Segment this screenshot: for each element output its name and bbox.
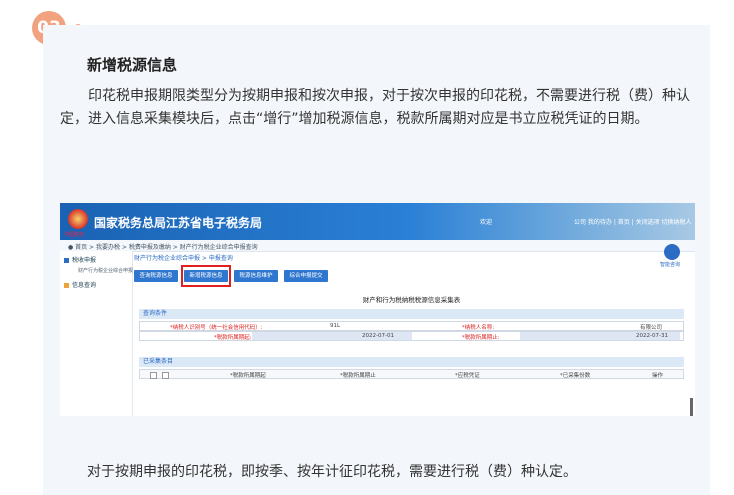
collected-section-header: 已采集条目 (139, 357, 684, 367)
intro-paragraph: 印花税申报期限类型分为按期申报和按次申报，对于按次申报的印花税，不需要进行税（费… (60, 88, 690, 127)
portal-title: 国家税务总局江苏省电子税务局 (94, 216, 263, 230)
header-links[interactable]: 公司 我的待办 | 首页 | 关闭选项 切换纳税人 (574, 217, 692, 226)
add-button-highlight (181, 265, 231, 287)
breadcrumb[interactable]: ● 首页 > 我要办税 > 税费申报及缴纳 > 财产行为税企业综合申报查询 (68, 242, 258, 251)
welcome-text: 欢迎 (480, 219, 493, 226)
period-start-label: *税款所属期起: (214, 335, 252, 341)
taxpayer-id-label: *纳税人识别号（统一社会信用代码）: (170, 325, 263, 331)
taxpayer-name-label: *纳税人名称: (462, 325, 495, 331)
col-voucher: *应税凭证 (455, 373, 480, 379)
assistant-label[interactable]: 智能咨询 (660, 261, 680, 268)
query-source-button[interactable]: 查询税源信息 (134, 270, 178, 282)
col-action: 操作 (652, 373, 664, 379)
sidebar-item-property-filing[interactable]: 财产行为税企业综合申报 (78, 267, 133, 274)
period-start-field[interactable]: 2022-07-01 (362, 333, 394, 339)
collected-table-header: *税款所属期起 *税款所属期止 *应税凭证 *已采集份数 操作 (139, 369, 684, 379)
emblem-caption: 中国税务 (64, 232, 85, 238)
period-end-field[interactable]: 2022-07-31 (636, 333, 668, 339)
col-period-end: *税款所属期止 (340, 373, 376, 379)
period-end-label: *税款所属期止: (462, 335, 500, 341)
combined-filing-button[interactable]: 综合申报提交 (284, 270, 328, 282)
assistant-icon[interactable] (664, 244, 680, 260)
main-pane: 财产行为税企业综合申报 > 申报查询 查询税源信息 新增税源信息 税源信息维护 … (134, 251, 695, 416)
filing-icon (64, 258, 69, 263)
form-title: 财产和行为税纳税税源信息采集表 (362, 296, 461, 304)
query-section-header: 查询条件 (139, 309, 684, 319)
sidebar-item-label: 信息查询 (72, 282, 97, 289)
tax-portal-screenshot: 中国税务 国家税务总局江苏省电子税务局 欢迎 公司 我的待办 | 首页 | 关闭… (60, 203, 695, 416)
query-row-2: *税款所属期起: 2022-07-01 *税款所属期止: 2022-07-31 (139, 331, 684, 341)
maintain-source-button[interactable]: 税源信息维护 (234, 270, 278, 282)
tab-path[interactable]: 财产行为税企业综合申报 > 申报查询 (134, 253, 233, 262)
col-period-start: *税款所属期起 (230, 373, 266, 379)
tax-emblem-icon (68, 209, 88, 229)
closing-paragraph: 对于按期申报的印花税，即按季、按年计征印花税，需要进行税（费）种认定。 (87, 464, 577, 480)
col-count: *已采集份数 (560, 373, 591, 379)
portal-sidebar: 税收申报 财产行为税企业综合申报 信息查询 (60, 251, 133, 416)
sidebar-item-info-query[interactable]: 信息查询 (64, 280, 96, 289)
folder-icon (64, 283, 69, 288)
portal-header: 中国税务 国家税务总局江苏省电子税务局 欢迎 公司 我的待办 | 首页 | 关闭… (60, 203, 695, 240)
sidebar-item-tax-filing[interactable]: 税收申报 (64, 255, 96, 264)
scrollbar[interactable] (690, 398, 693, 416)
taxpayer-name-field[interactable]: 有限公司 (640, 323, 662, 331)
sidebar-item-label: 税收申报 (72, 257, 97, 264)
taxpayer-id-field[interactable]: 91L (330, 323, 340, 329)
select-all-checkbox[interactable] (150, 372, 157, 379)
section-heading: 新增税源信息 (87, 56, 178, 74)
query-row-1: *纳税人识别号（统一社会信用代码）: 91L *纳税人名称: 有限公司 (139, 321, 684, 331)
row-checkbox[interactable] (162, 372, 169, 379)
